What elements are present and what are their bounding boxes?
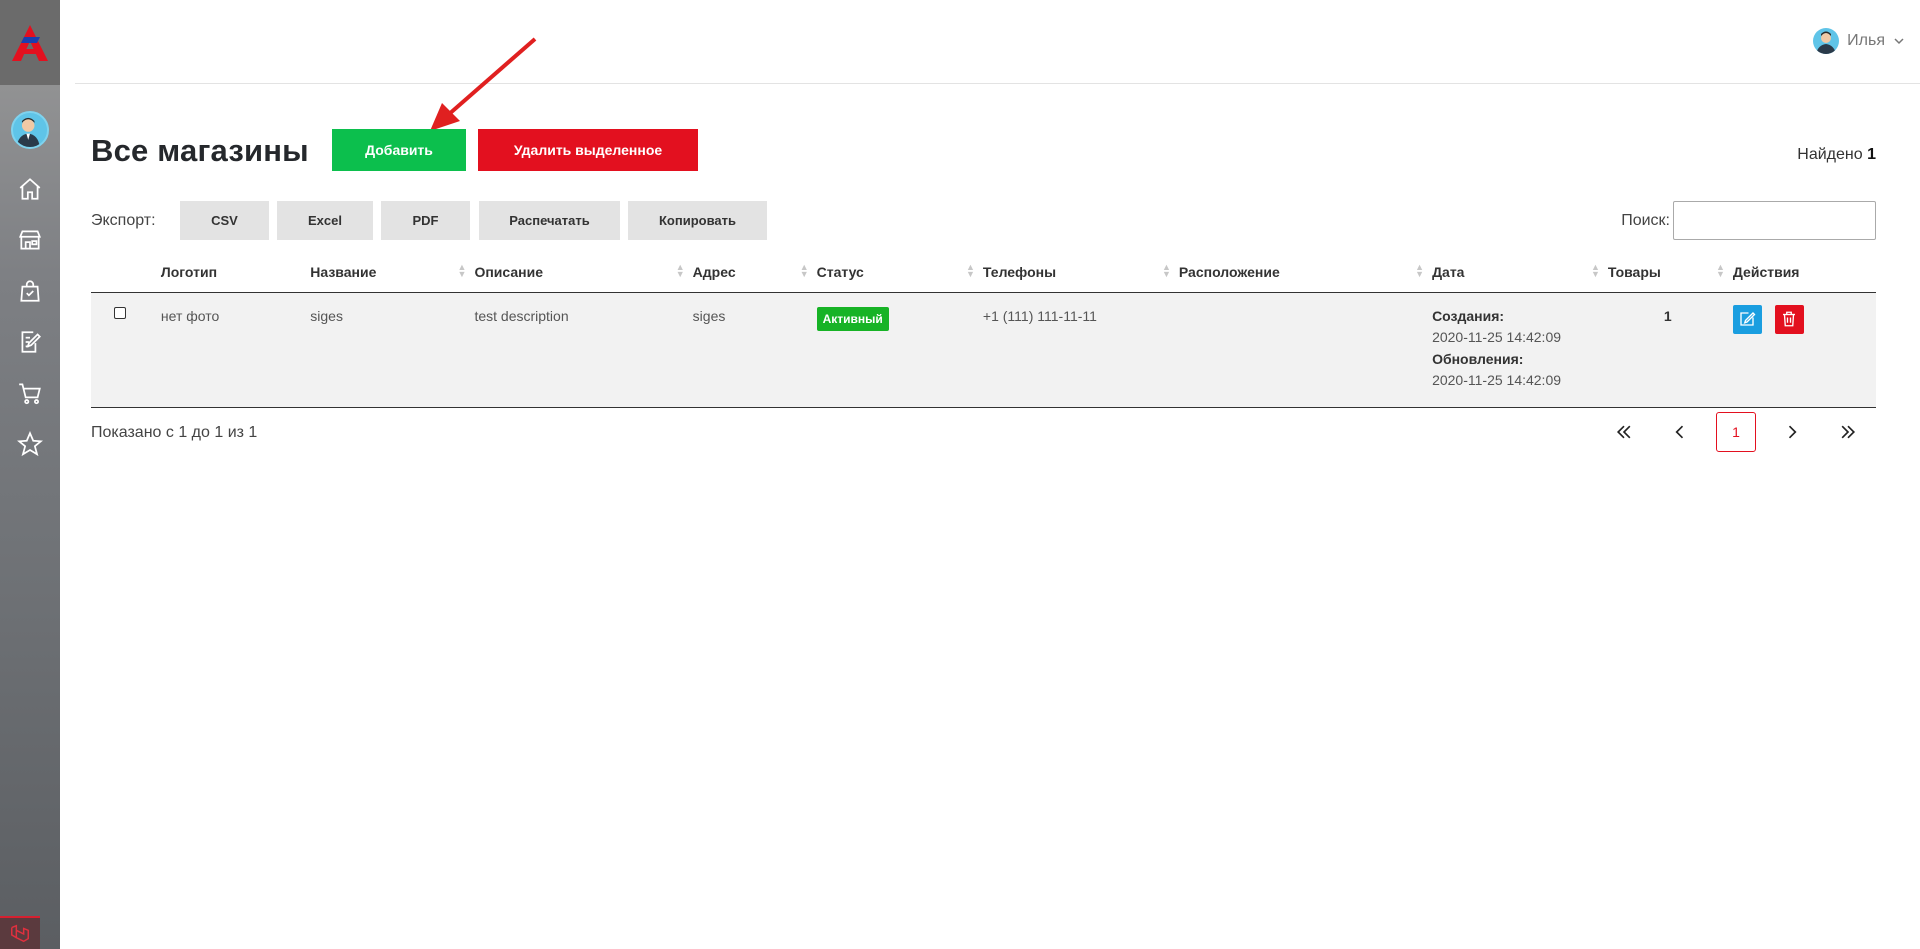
sort-icon: ▲ ▼ [1590, 262, 1600, 279]
user-menu[interactable]: Илья [1813, 28, 1905, 54]
found-count: Найдено 1 [1797, 146, 1876, 164]
export-row: Экспорт: CSV Excel PDF Распечатать Копир… [91, 201, 1876, 241]
status-badge: Активный [816, 306, 889, 331]
page-title: Все магазины [91, 133, 309, 168]
brand-logo-icon[interactable] [10, 23, 50, 63]
annotation-arrow-icon [430, 37, 537, 131]
column-header[interactable]: Статус ▲ ▼ [816, 252, 983, 293]
column-header[interactable]: Описание ▲ ▼ [474, 252, 693, 293]
name-cell: siges [310, 292, 475, 408]
chevron-down-icon [1894, 38, 1904, 45]
column-header[interactable]: Товары ▲ ▼ [1607, 252, 1733, 293]
column-header[interactable]: Название ▲ ▼ [310, 252, 475, 293]
found-label: Найдено [1797, 146, 1863, 163]
chevron-left-icon [1675, 425, 1684, 439]
sort-icon: ▲ ▼ [457, 262, 467, 279]
sort-icon: ▲ ▼ [966, 262, 975, 279]
home-icon[interactable] [16, 175, 44, 203]
trash-icon [1783, 311, 1796, 327]
last-page-button[interactable] [1820, 412, 1876, 452]
updated-label: Обновления: [1432, 350, 1524, 367]
edit-icon [1740, 312, 1756, 326]
topbar: Илья [75, 0, 1920, 84]
column-header[interactable]: Логотип [160, 252, 311, 293]
avatar[interactable] [11, 111, 49, 149]
logo-cell: нет фото [160, 292, 311, 408]
next-page-button[interactable] [1764, 412, 1820, 452]
products-cell: 1 [1607, 292, 1733, 408]
logo-area [0, 0, 60, 85]
user-avatar [1813, 28, 1840, 54]
created-value: 2020-11-25 14:42:09 [1432, 328, 1562, 345]
delete-button[interactable] [1774, 304, 1804, 334]
header-row: Все магазины Добавить Удалить выделенное… [91, 129, 1876, 173]
created-label: Создания: [1432, 307, 1505, 324]
store-icon[interactable] [16, 226, 44, 254]
print-button[interactable]: Распечатать [479, 201, 620, 240]
select-column-header [91, 252, 161, 293]
export-csv-button[interactable]: CSV [180, 201, 269, 240]
shops-table: Логотип Название ▲ ▼ Описание ▲ ▼ Адрес ▲ ▼ Ст… [91, 252, 1876, 408]
shopping-bag-icon[interactable] [16, 277, 44, 305]
sort-icon: ▲ ▼ [1715, 262, 1725, 279]
search-label: Поиск: [1621, 212, 1670, 229]
column-header[interactable]: Расположение ▲ ▼ [1178, 252, 1433, 293]
edit-document-icon[interactable] [16, 328, 44, 356]
add-button[interactable]: Добавить [332, 129, 466, 171]
column-header[interactable]: Дата ▲ ▼ [1432, 252, 1608, 293]
double-chevron-left-icon [1616, 425, 1631, 439]
pagination: 1 [1596, 412, 1876, 452]
sort-icon: ▲ ▼ [799, 262, 809, 279]
export-excel-button[interactable]: Excel [277, 201, 373, 240]
sidebar [0, 0, 60, 949]
delete-selected-button[interactable]: Удалить выделенное [478, 129, 698, 171]
row-select-cell[interactable] [91, 292, 161, 408]
first-page-button[interactable] [1596, 412, 1652, 452]
status-cell: Активный [816, 292, 983, 408]
table-header-row: Логотип Название ▲ ▼ Описание ▲ ▼ Адрес ▲ ▼ Ст… [91, 252, 1876, 293]
column-header: Действия [1732, 252, 1876, 293]
pagination-info: Показано с 1 до 1 из 1 [91, 424, 258, 441]
description-cell: test description [474, 292, 693, 408]
updated-value: 2020-11-25 14:42:09 [1432, 371, 1562, 388]
found-value: 1 [1867, 146, 1876, 163]
row-checkbox[interactable] [114, 306, 126, 319]
address-cell: siges [692, 292, 817, 408]
user-name: Илья [1847, 32, 1885, 49]
cart-icon[interactable] [16, 379, 44, 407]
copy-button[interactable]: Копировать [628, 201, 767, 240]
location-cell [1178, 292, 1433, 408]
actions-cell [1732, 292, 1876, 408]
double-chevron-right-icon [1841, 425, 1856, 439]
table-row[interactable]: нет фото siges test description siges Ак… [91, 292, 1876, 408]
edit-button[interactable] [1732, 304, 1762, 334]
export-label: Экспорт: [91, 212, 156, 229]
export-pdf-button[interactable]: PDF [381, 201, 470, 240]
sort-icon: ▲ ▼ [1161, 262, 1171, 279]
sort-icon: ▲ ▼ [1415, 262, 1425, 279]
current-page-button[interactable]: 1 [1716, 412, 1756, 452]
phones-cell: +1 (111) 111-11-11 [982, 292, 1179, 408]
sort-icon: ▲ ▼ [675, 262, 685, 279]
laravel-icon[interactable] [0, 916, 40, 949]
column-header[interactable]: Адрес ▲ ▼ [692, 252, 817, 293]
date-cell: Создания: 2020-11-25 14:42:09 Обновления… [1432, 292, 1608, 408]
prev-page-button[interactable] [1652, 412, 1708, 452]
star-icon[interactable] [16, 430, 44, 458]
column-header[interactable]: Телефоны ▲ ▼ [982, 252, 1179, 293]
chevron-right-icon [1788, 425, 1797, 439]
search-input[interactable] [1673, 201, 1876, 240]
